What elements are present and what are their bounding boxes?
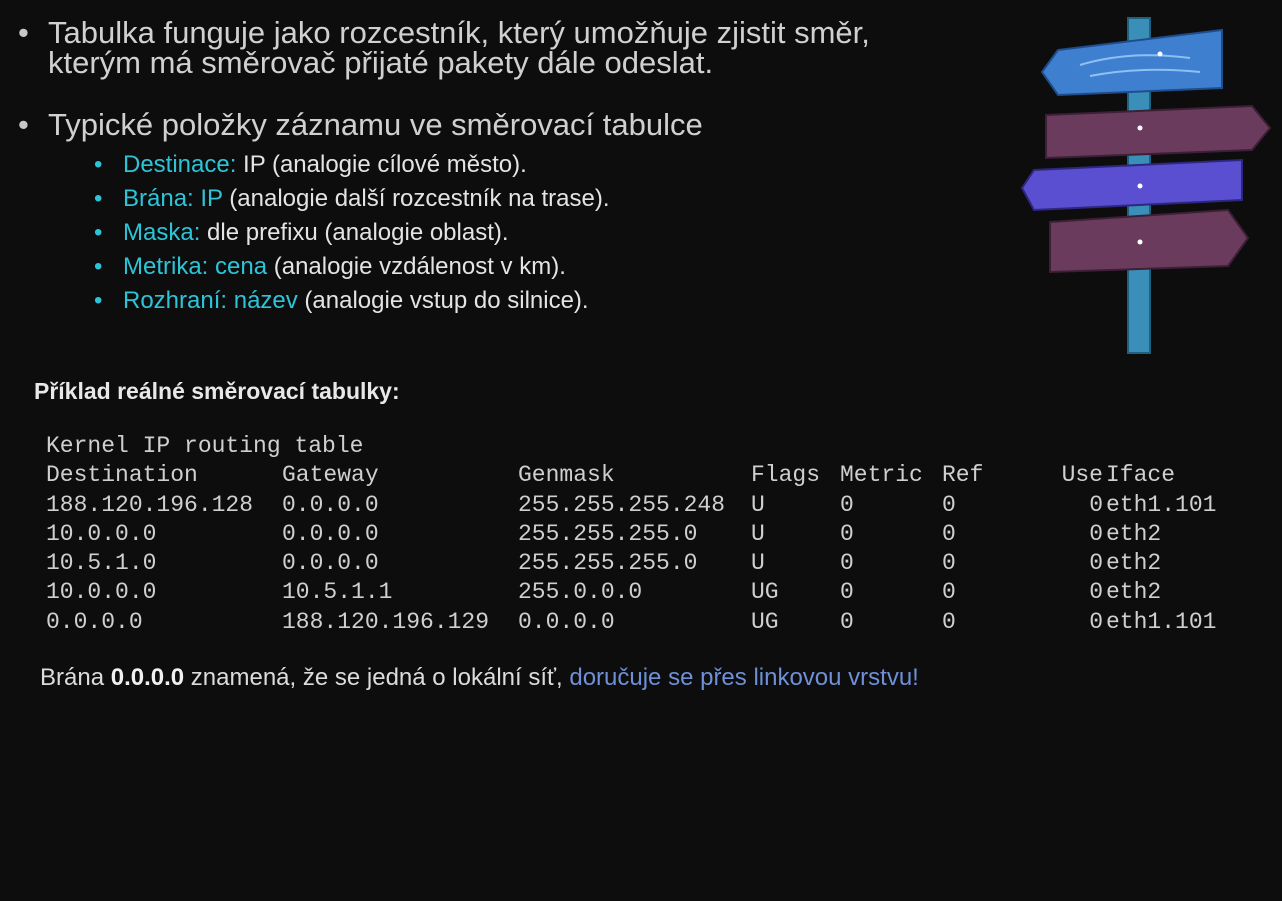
cell-use: 0 — [1089, 550, 1103, 577]
table-row: 10.5.1.0 0.0.0.0 255.255.255.0 U 0 0 0 e… — [46, 549, 1161, 578]
header-cell: Gateway — [282, 462, 379, 489]
bullet-list: • Tabulka funguje jako rozcestník, který… — [18, 15, 1018, 318]
subitem-text: (analogie vstup do silnice). — [297, 287, 589, 314]
cell-metric: 0 — [840, 520, 854, 547]
subitem-list: • Destinace: IP (analogie cílové město). … — [48, 148, 1018, 318]
table-row: 10.0.0.0 10.5.1.1 255.0.0.0 UG 0 0 0 eth… — [46, 578, 1161, 607]
cell-destination: 188.120.196.128 — [46, 491, 254, 518]
cell-genmask: 0.0.0.0 — [518, 608, 615, 635]
cell-flags: U — [751, 550, 765, 577]
bullet-dot: • — [94, 219, 103, 246]
subitem-key: Rozhraní: název — [123, 287, 298, 314]
bullet-text-line: kterým má směrovač přijaté pakety dále o… — [48, 45, 714, 80]
terminal-title-row: Kernel IP routing table — [46, 432, 363, 461]
cell-iface: eth1.101 — [1106, 608, 1217, 635]
cell-metric: 0 — [840, 608, 854, 635]
cell-ref: 0 — [942, 579, 956, 606]
example-title: Příklad reálné směrovací tabulky: — [34, 378, 400, 404]
subitem-key: Destinace: — [123, 151, 237, 178]
cell-flags: U — [751, 491, 765, 518]
subitem-brana: • Brána: IP (analogie další rozcestník na… — [88, 182, 1018, 216]
cell-ref: 0 — [942, 550, 956, 577]
footer-highlight: doručuje se přes linkovou vrstvu! — [569, 664, 919, 691]
subitem-text: IP (analogie cílové město). — [236, 151, 527, 178]
bullet-item-entries: • Typické položky záznamu ve směrovací t… — [18, 107, 1018, 318]
header-cell: Ref — [942, 462, 984, 489]
subitem-text: (analogie další rozcestník na trase). — [222, 185, 610, 212]
header-cell: Iface — [1106, 462, 1176, 489]
cell-flags: UG — [751, 579, 779, 606]
bullet-dot: • — [18, 107, 29, 142]
cell-genmask: 255.255.255.248 — [518, 491, 726, 518]
cell-gateway: 0.0.0.0 — [282, 491, 379, 518]
bullet-dot: • — [94, 287, 103, 314]
bullet-text-line: Tabulka funguje jako rozcestník, který u… — [48, 15, 870, 50]
bullet-item-purpose: • Tabulka funguje jako rozcestník, který… — [18, 15, 1018, 80]
table-row: 188.120.196.128 0.0.0.0 255.255.255.248 … — [46, 491, 1216, 520]
cell-gateway: 0.0.0.0 — [282, 520, 379, 547]
table-row: 10.0.0.0 0.0.0.0 255.255.255.0 U 0 0 0 e… — [46, 520, 1161, 549]
header-cell: Flags — [751, 462, 821, 489]
cell-iface: eth2 — [1106, 579, 1162, 606]
cell-iface: eth2 — [1106, 520, 1162, 547]
cell-gateway: 10.5.1.1 — [282, 579, 393, 606]
bullet-dot: • — [94, 185, 103, 212]
cell-destination: 0.0.0.0 — [46, 608, 143, 635]
subitem-metrika: • Metrika: cena (analogie vzdálenost v km… — [88, 250, 1018, 284]
subitem-rozhrani: • Rozhraní: název (analogie vstup do siln… — [88, 284, 1018, 318]
cell-use: 0 — [1089, 520, 1103, 547]
cell-ref: 0 — [942, 608, 956, 635]
cell-metric: 0 — [840, 579, 854, 606]
bullet-dot: • — [94, 253, 103, 280]
bullet-text: Typické položky záznamu ve směrovací tab… — [48, 107, 703, 142]
subitem-key: Maska: — [123, 219, 201, 246]
cell-destination: 10.0.0.0 — [46, 520, 157, 547]
cell-iface: eth2 — [1106, 550, 1162, 577]
header-cell: Genmask — [518, 462, 615, 489]
cell-genmask: 255.255.255.0 — [518, 550, 698, 577]
cell-flags: U — [751, 520, 765, 547]
cell-metric: 0 — [840, 491, 854, 518]
header-cell: Destination — [46, 462, 198, 489]
cell-gateway: 0.0.0.0 — [282, 550, 379, 577]
subitem-destinace: • Destinace: IP (analogie cílové město). — [88, 148, 1018, 182]
signpost-illustration — [1020, 17, 1272, 354]
cell-flags: UG — [751, 608, 779, 635]
cell-genmask: 255.255.255.0 — [518, 520, 698, 547]
bullet-dot: • — [18, 15, 29, 50]
subitem-key: Brána: IP — [123, 185, 223, 212]
footer-bold-address: 0.0.0.0 — [110, 664, 185, 691]
cell-ref: 0 — [942, 491, 956, 518]
routing-table-output: Kernel IP routing table Destination Gate… — [46, 432, 1216, 637]
subitem-maska: • Maska: dle prefixu (analogie oblast). — [88, 216, 1018, 250]
cell-iface: eth1.101 — [1106, 491, 1217, 518]
cell-destination: 10.0.0.0 — [46, 579, 157, 606]
cell-gateway: 188.120.196.129 — [282, 608, 490, 635]
footer-note: Brána 0.0.0.0 znamená, že se jedná o lok… — [40, 664, 919, 692]
footer-prefix: Brána — [40, 664, 111, 691]
subitem-text: (analogie vzdálenost v km). — [267, 253, 566, 280]
cell-use: 0 — [1089, 491, 1103, 518]
table-header-row: Destination Gateway Genmask Flags Metric… — [46, 461, 1175, 490]
cell-metric: 0 — [840, 550, 854, 577]
header-cell: Metric — [840, 462, 923, 489]
subitem-text: dle prefixu (analogie oblast). — [200, 219, 509, 246]
cell-use: 0 — [1089, 608, 1103, 635]
subitem-key: Metrika: cena — [123, 253, 268, 280]
footer-middle: znamená, že se jedná o lokální síť, — [184, 664, 570, 691]
cell-ref: 0 — [942, 520, 956, 547]
cell-destination: 10.5.1.0 — [46, 550, 157, 577]
bullet-dot: • — [94, 151, 103, 178]
cell-use: 0 — [1089, 579, 1103, 606]
cell-genmask: 255.0.0.0 — [518, 579, 643, 606]
table-row: 0.0.0.0 188.120.196.129 0.0.0.0 UG 0 0 0… — [46, 608, 1216, 637]
terminal-title: Kernel IP routing table — [46, 433, 364, 459]
header-cell: Use — [1061, 462, 1103, 489]
